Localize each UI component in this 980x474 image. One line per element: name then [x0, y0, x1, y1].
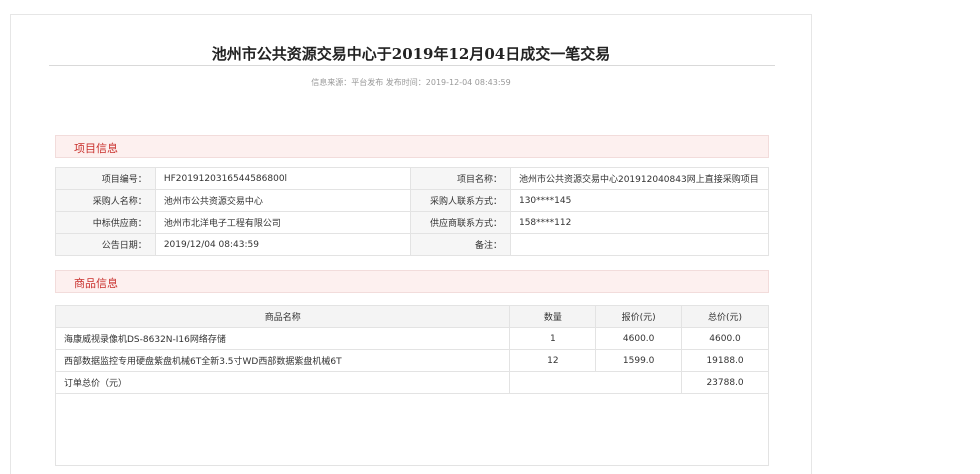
announce-date-label: 公告日期：: [55, 233, 156, 256]
project-info-table: 项目编号： HF2019120316544586800l 项目名称： 池州市公共…: [55, 167, 770, 256]
item-total: 4600.0: [681, 327, 769, 350]
order-total-value: 23788.0: [681, 371, 769, 394]
announce-date-value: 2019/12/04 08:43:59: [154, 233, 412, 256]
item-name: 海康威视录像机DS-8632N-I16网络存储: [54, 327, 511, 350]
project-name-value: 池州市公共资源交易中心201912040843网上直接采购项目: [509, 167, 770, 190]
table-row: 项目编号： HF2019120316544586800l 项目名称： 池州市公共…: [55, 167, 770, 190]
table-row: 采购人名称： 池州市公共资源交易中心 采购人联系方式： 130****145: [55, 189, 770, 212]
item-qty: 1: [509, 327, 597, 350]
title-divider: [49, 65, 775, 66]
purchaser-name-value: 池州市公共资源交易中心: [154, 189, 412, 212]
table-row: 中标供应商： 池州市北洋电子工程有限公司 供应商联系方式： 158****112: [55, 211, 770, 234]
goods-header-row: 商品名称 数量 报价(元) 总价(元): [54, 305, 769, 328]
order-total-row: 订单总价（元） 23788.0: [54, 371, 769, 394]
goods-info-heading: 商品信息: [74, 277, 118, 290]
notice-page: 池州市公共资源交易中心于2019年12月04日成交一笔交易 信息来源：平台发布 …: [10, 14, 812, 474]
table-row: 公告日期： 2019/12/04 08:43:59 备注：: [55, 233, 770, 256]
page-title: 池州市公共资源交易中心于2019年12月04日成交一笔交易: [211, 45, 611, 63]
goods-table: 商品名称 数量 报价(元) 总价(元) 海康威视录像机DS-8632N-I16网…: [54, 305, 769, 466]
col-header-total: 总价(元): [681, 305, 769, 328]
supplier-contact-value: 158****112: [509, 211, 770, 234]
item-price: 4600.0: [595, 327, 683, 350]
item-price: 1599.0: [595, 349, 683, 372]
col-header-price: 报价(元): [595, 305, 683, 328]
order-total-label: 订单总价（元）: [54, 371, 511, 394]
project-info-header: 项目信息: [55, 135, 769, 158]
goods-info-header: 商品信息: [55, 270, 769, 293]
table-row: 西部数据监控专用硬盘紫盘机械6T全新3.5寸WD西部数据紫盘机械6T 12 15…: [54, 349, 769, 372]
publish-meta: 信息来源：平台发布 发布时间：2019-12-04 08:43:59: [311, 78, 511, 87]
winning-supplier-value: 池州市北洋电子工程有限公司: [154, 211, 412, 234]
purchaser-contact-label: 采购人联系方式：: [410, 189, 511, 212]
order-total-spacer: [509, 371, 683, 394]
winning-supplier-label: 中标供应商：: [55, 211, 156, 234]
project-number-label: 项目编号：: [55, 167, 156, 190]
table-filler-row: [55, 393, 769, 466]
project-number-value: HF2019120316544586800l: [154, 167, 412, 190]
project-name-label: 项目名称：: [410, 167, 511, 190]
project-info-heading: 项目信息: [74, 142, 118, 155]
remarks-value: [509, 233, 770, 256]
remarks-label: 备注：: [410, 233, 511, 256]
table-filler: [55, 393, 769, 466]
item-qty: 12: [509, 349, 597, 372]
item-total: 19188.0: [681, 349, 769, 372]
col-header-qty: 数量: [509, 305, 597, 328]
table-row: 海康威视录像机DS-8632N-I16网络存储 1 4600.0 4600.0: [54, 327, 769, 350]
col-header-name: 商品名称: [54, 305, 511, 328]
supplier-contact-label: 供应商联系方式：: [410, 211, 511, 234]
item-name: 西部数据监控专用硬盘紫盘机械6T全新3.5寸WD西部数据紫盘机械6T: [54, 349, 511, 372]
purchaser-name-label: 采购人名称：: [55, 189, 156, 212]
purchaser-contact-value: 130****145: [509, 189, 770, 212]
